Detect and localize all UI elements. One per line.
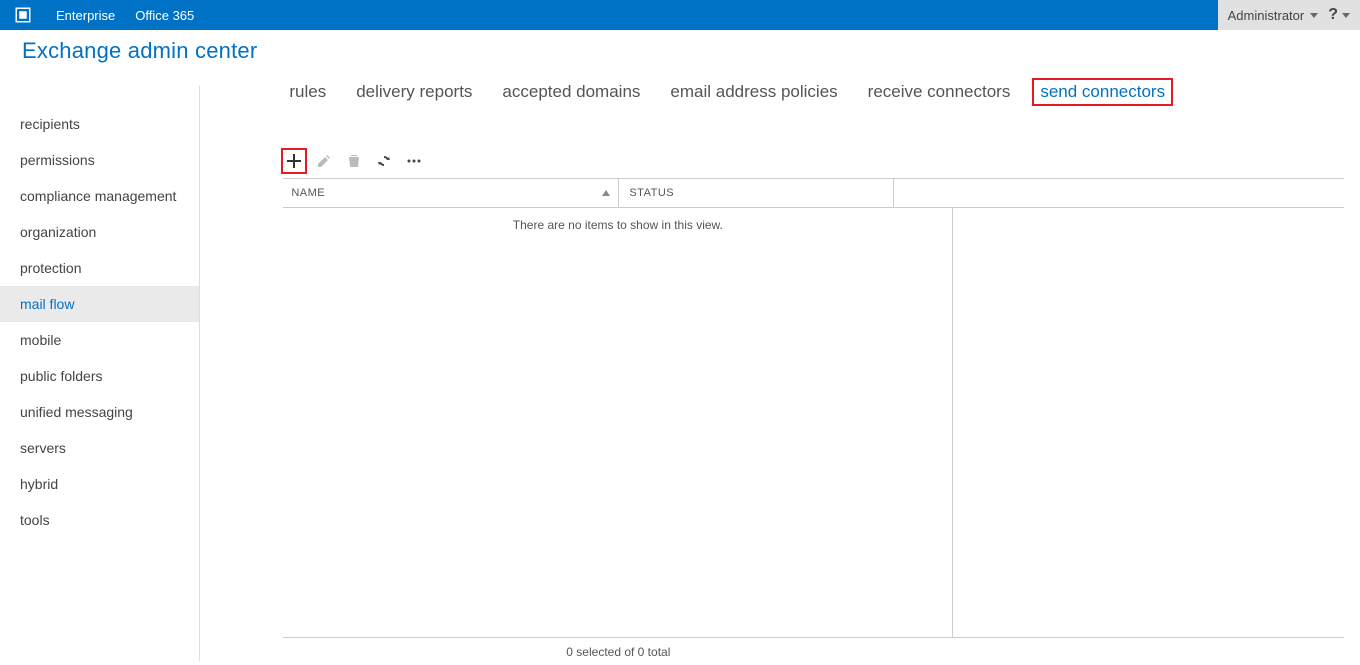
- left-column: Exchange admin center recipients permiss…: [0, 30, 257, 665]
- administrator-label: Administrator: [1228, 8, 1305, 23]
- subtab-rules[interactable]: rules: [283, 80, 332, 104]
- topbar-right: Administrator ?: [1218, 0, 1360, 30]
- table-header: NAME STATUS: [283, 178, 1344, 208]
- office-logo-icon: [8, 0, 38, 30]
- ellipsis-icon: [406, 153, 422, 169]
- sidebar-item-protection[interactable]: protection: [0, 250, 199, 286]
- column-header-status[interactable]: STATUS: [619, 179, 894, 207]
- column-name-label: NAME: [291, 187, 325, 199]
- add-button[interactable]: [283, 150, 305, 172]
- subtab-delivery-reports[interactable]: delivery reports: [350, 80, 478, 104]
- sidebar-item-compliance-management[interactable]: compliance management: [0, 178, 199, 214]
- list-pane: There are no items to show in this view.: [283, 208, 953, 637]
- selection-count: 0 selected of 0 total: [283, 645, 953, 659]
- detail-pane: [953, 208, 1344, 637]
- plus-icon: [286, 153, 302, 169]
- edit-button[interactable]: [313, 150, 335, 172]
- sidebar-item-tools[interactable]: tools: [0, 502, 199, 538]
- table-body: There are no items to show in this view.: [283, 208, 1344, 637]
- table-footer: 0 selected of 0 total: [283, 637, 1344, 665]
- topbar-spacer: [204, 0, 1217, 30]
- sidebar-item-unified-messaging[interactable]: unified messaging: [0, 394, 199, 430]
- column-status-label: STATUS: [629, 187, 674, 199]
- refresh-icon: [376, 153, 392, 169]
- administrator-dropdown[interactable]: Administrator: [1228, 8, 1319, 23]
- sidebar-item-public-folders[interactable]: public folders: [0, 358, 199, 394]
- sidebar-item-servers[interactable]: servers: [0, 430, 199, 466]
- column-header-detail: [894, 179, 1344, 207]
- refresh-button[interactable]: [373, 150, 395, 172]
- help-icon: ?: [1328, 6, 1338, 24]
- toolbar: [257, 104, 1360, 178]
- main-shell: Exchange admin center recipients permiss…: [0, 30, 1360, 665]
- sidebar-item-recipients[interactable]: recipients: [0, 106, 199, 142]
- caret-down-icon: [1342, 13, 1350, 18]
- app-title: Exchange admin center: [0, 30, 257, 86]
- sidebar-item-permissions[interactable]: permissions: [0, 142, 199, 178]
- sort-asc-icon: [602, 190, 610, 196]
- title-row: [257, 30, 1360, 58]
- topbar-left: Enterprise Office 365: [0, 0, 204, 30]
- caret-down-icon: [1310, 13, 1318, 18]
- delete-button[interactable]: [343, 150, 365, 172]
- sidebar-item-hybrid[interactable]: hybrid: [0, 466, 199, 502]
- topbar-link-office365[interactable]: Office 365: [125, 8, 204, 23]
- subtab-bar: rules delivery reports accepted domains …: [257, 58, 1360, 104]
- sidebar-item-organization[interactable]: organization: [0, 214, 199, 250]
- subtab-receive-connectors[interactable]: receive connectors: [862, 80, 1017, 104]
- content-area: rules delivery reports accepted domains …: [257, 30, 1360, 665]
- top-bar: Enterprise Office 365 Administrator ?: [0, 0, 1360, 30]
- help-dropdown[interactable]: ?: [1328, 6, 1350, 24]
- subtab-send-connectors[interactable]: send connectors: [1034, 80, 1171, 104]
- subtab-email-address-policies[interactable]: email address policies: [664, 80, 843, 104]
- subtab-accepted-domains[interactable]: accepted domains: [496, 80, 646, 104]
- more-button[interactable]: [403, 150, 425, 172]
- topbar-link-enterprise[interactable]: Enterprise: [46, 8, 125, 23]
- pencil-icon: [316, 153, 332, 169]
- column-header-name[interactable]: NAME: [283, 179, 619, 207]
- sidebar-nav: recipients permissions compliance manage…: [0, 86, 200, 661]
- sidebar-item-mobile[interactable]: mobile: [0, 322, 199, 358]
- trash-icon: [346, 153, 362, 169]
- sidebar-item-mail-flow[interactable]: mail flow: [0, 286, 199, 322]
- table-area: NAME STATUS There are no items to show i…: [283, 178, 1344, 665]
- empty-message: There are no items to show in this view.: [283, 208, 952, 232]
